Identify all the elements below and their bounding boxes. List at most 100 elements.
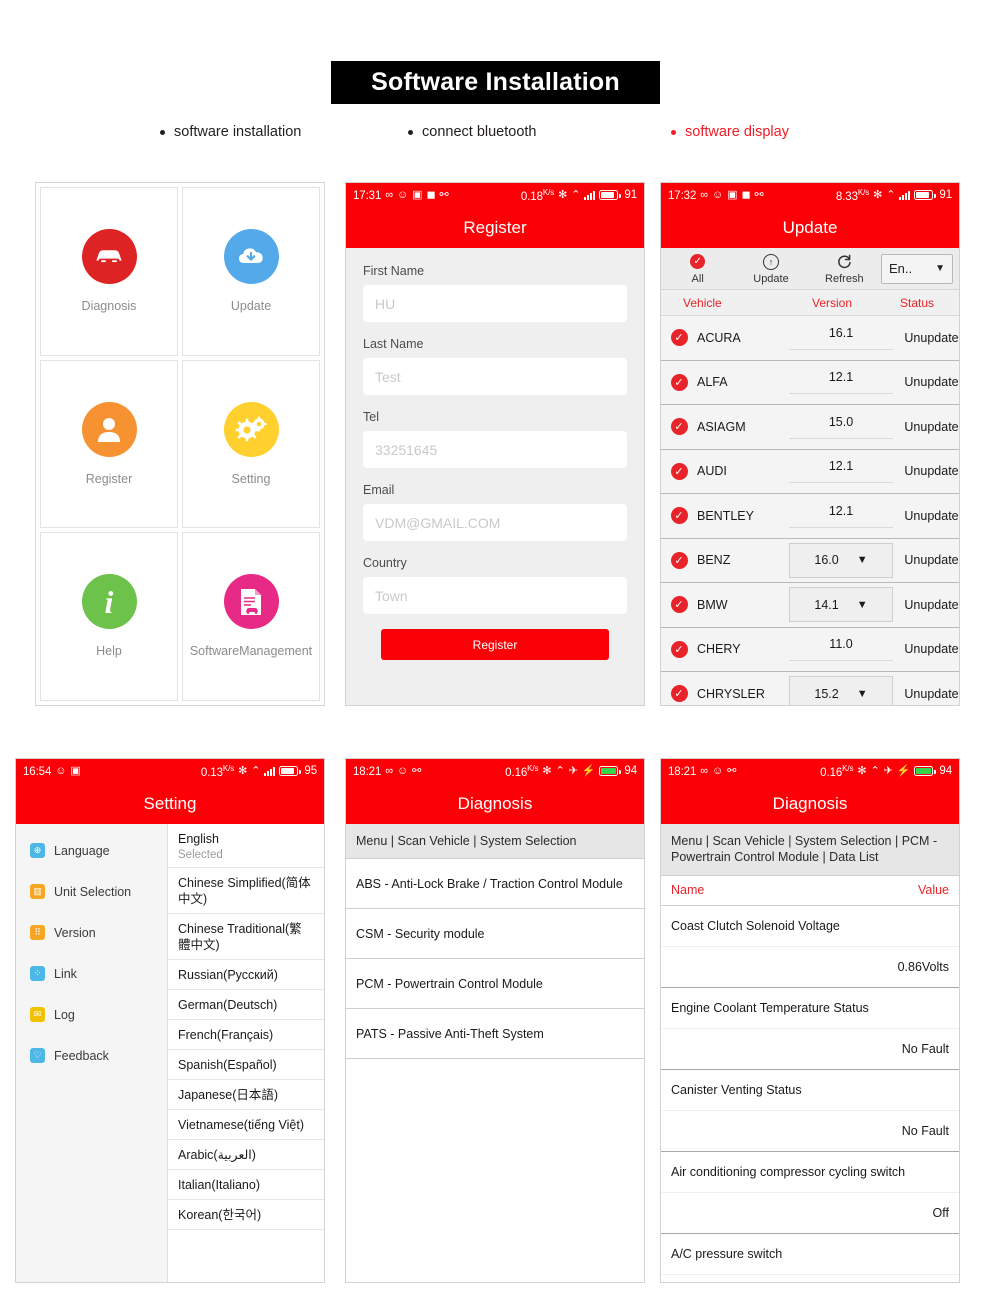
row-version[interactable]: 14.1 ▼ (789, 587, 893, 623)
status-bar: 18:21 ∞ ☺ ⚯ 0.16K/s ✻ ⌃ ✈ ⚡ 94 (661, 759, 959, 784)
row-version: 12.1 (789, 459, 893, 484)
language-item[interactable]: Italian(Italiano) (168, 1170, 324, 1200)
app-tile-software-management[interactable]: SoftwareManagement (182, 532, 320, 701)
field-tel: Tel 33251645 (363, 410, 627, 468)
globe-icon: ⊕ (30, 843, 45, 858)
language-item-selected[interactable]: English (168, 824, 324, 849)
first-name-input[interactable]: HU (363, 285, 627, 322)
row-checkbox[interactable]: ✓ (661, 640, 697, 658)
list-item[interactable]: ABS - Anti-Lock Brake / Traction Control… (346, 859, 644, 910)
row-checkbox[interactable]: ✓ (661, 507, 697, 525)
row-status: Unupdated (904, 464, 960, 479)
language-item[interactable]: Japanese(日本語) (168, 1080, 324, 1110)
email-input[interactable]: VDM@GMAIL.COM (363, 504, 627, 541)
refresh-button[interactable]: Refresh (808, 253, 881, 285)
list-item[interactable]: PCM - Powertrain Control Module (346, 959, 644, 1010)
table-row[interactable]: ✓ AUDI 12.1 Unupdated (661, 449, 960, 494)
table-row[interactable]: ✓ ASIAGM 15.0 Unupdated (661, 405, 959, 450)
row-checkbox[interactable]: ✓ (661, 685, 697, 703)
language-dropdown-value: En.. (888, 261, 913, 276)
language-item[interactable]: German(Deutsch) (168, 990, 324, 1020)
app-tile-diagnosis[interactable]: Diagnosis (40, 187, 178, 356)
status-time: 16:54 (23, 765, 52, 778)
battery-icon (914, 190, 936, 201)
sidebar-item-feedback[interactable]: ♡ Feedback (16, 1035, 167, 1076)
language-item[interactable]: French(Français) (168, 1020, 324, 1050)
tel-input[interactable]: 33251645 (363, 431, 627, 468)
sidebar-item-log[interactable]: ✉ Log (16, 994, 167, 1035)
language-item[interactable]: Spanish(Español) (168, 1050, 324, 1080)
table-row[interactable]: ✓ CHERY 11.0 Unupdated (661, 627, 959, 672)
table-row[interactable]: ✓ BMW 14.1 ▼ Unupdated (661, 583, 959, 628)
datalist-item-value: 0.86Volts (661, 947, 959, 988)
system-list: ABS - Anti-Lock Brake / Traction Control… (346, 859, 644, 1060)
app-tile-register[interactable]: Register (40, 359, 178, 529)
row-checkbox[interactable]: ✓ (661, 418, 697, 436)
table-row[interactable]: ✓ CHRYSLER 15.2 ▼ Unupdated (661, 672, 959, 705)
row-checkbox[interactable]: ✓ (661, 551, 697, 569)
sidebar-item-version[interactable]: ⠿ Version (16, 912, 167, 953)
row-version[interactable]: 16.0 ▼ (789, 542, 893, 578)
language-selected-note: Selected (168, 849, 324, 868)
infinity-icon: ∞ (700, 189, 709, 201)
sidebar-item-label: Log (54, 1007, 75, 1022)
version-dropdown[interactable]: 15.2 ▼ (789, 676, 893, 705)
language-item[interactable]: Arabic(العربية) (168, 1140, 324, 1170)
table-row[interactable]: ✓ BENTLEY 12.1 Unupdated (661, 494, 959, 539)
column-header-vehicle: Vehicle (683, 295, 722, 310)
language-list: English Selected Chinese Simplified(简体中文… (168, 824, 324, 1282)
list-item[interactable]: PATS - Passive Anti-Theft System (346, 1009, 644, 1060)
battery-icon (599, 766, 621, 777)
sidebar-item-language[interactable]: ⊕ Language (16, 830, 167, 871)
table-row[interactable]: ✓ ACURA 16.1 Unupdated (661, 316, 959, 361)
language-item[interactable]: Russian(Русский) (168, 960, 324, 990)
app-tile-help[interactable]: i Help (40, 532, 178, 701)
setting-screen-panel: 16:54 ☺ ▣ 0.13K/s ✻ ⌃ 95 Setting ⊕ Langu… (15, 758, 325, 1283)
app-tile-update[interactable]: Update (182, 187, 320, 356)
row-checkbox[interactable]: ✓ (661, 373, 697, 391)
version-dropdown[interactable]: 16.0 ▼ (789, 542, 893, 578)
version-value: 15.2 (814, 686, 839, 701)
share-icon: ⚯ (754, 189, 764, 201)
row-checkbox[interactable]: ✓ (661, 462, 697, 480)
document-car-icon (223, 574, 279, 630)
sidebar-item-label: Link (54, 966, 77, 981)
wifi-icon: ⌃ (870, 764, 880, 777)
update-button[interactable]: ↑ Update (734, 253, 807, 285)
sidebar-item-link[interactable]: ⁘ Link (16, 953, 167, 994)
mail-icon: ✉ (30, 1007, 45, 1022)
country-input[interactable]: Town (363, 577, 627, 614)
language-item[interactable]: Chinese Simplified(简体中文) (168, 868, 324, 914)
field-last-name: Last Name Test (363, 337, 627, 395)
wifi-icon: ⌃ (886, 188, 896, 201)
version-value: 14.1 (814, 597, 839, 612)
row-checkbox[interactable]: ✓ (661, 329, 697, 347)
language-dropdown[interactable]: En.. ▼ (880, 253, 953, 284)
row-checkbox[interactable]: ✓ (661, 596, 697, 614)
photo-icon: ▣ (727, 189, 738, 201)
language-item[interactable]: Vietnamese(tiếng Việt) (168, 1110, 324, 1140)
info-icon: i (81, 574, 137, 630)
sidebar-item-unit-selection[interactable]: ▥ Unit Selection (16, 871, 167, 912)
bullet-label: software installation (174, 124, 302, 140)
language-item[interactable]: Korean(한국어) (168, 1200, 324, 1230)
video-icon: ◼ (426, 189, 436, 201)
page-root: Software Installation software installat… (0, 0, 990, 1299)
user-icon (81, 401, 137, 457)
row-vehicle: AUDI (697, 464, 727, 479)
table-row[interactable]: ✓ BENZ 16.0 ▼ Unupdated (661, 538, 959, 583)
list-item[interactable]: CSM - Security module (346, 909, 644, 960)
bullet-dot-icon (160, 129, 165, 135)
language-item[interactable]: Chinese Traditional(繁體中文) (168, 914, 324, 960)
table-row[interactable]: ✓ ALFA 12.1 Unupdated (661, 360, 959, 405)
sidebar-item-label: Feedback (54, 1048, 109, 1063)
register-button[interactable]: Register (381, 629, 609, 660)
data-rate: 0.13K/s (200, 764, 235, 779)
last-name-input[interactable]: Test (363, 358, 627, 395)
app-tile-setting[interactable]: Setting (182, 359, 320, 529)
version-dropdown[interactable]: 14.1 ▼ (789, 587, 893, 623)
nav-title: Update (661, 208, 959, 248)
row-version[interactable]: 15.2 ▼ (789, 676, 893, 705)
select-all-button[interactable]: ✓ All (661, 253, 734, 285)
status-bar: 16:54 ☺ ▣ 0.13K/s ✻ ⌃ 95 (16, 759, 324, 784)
